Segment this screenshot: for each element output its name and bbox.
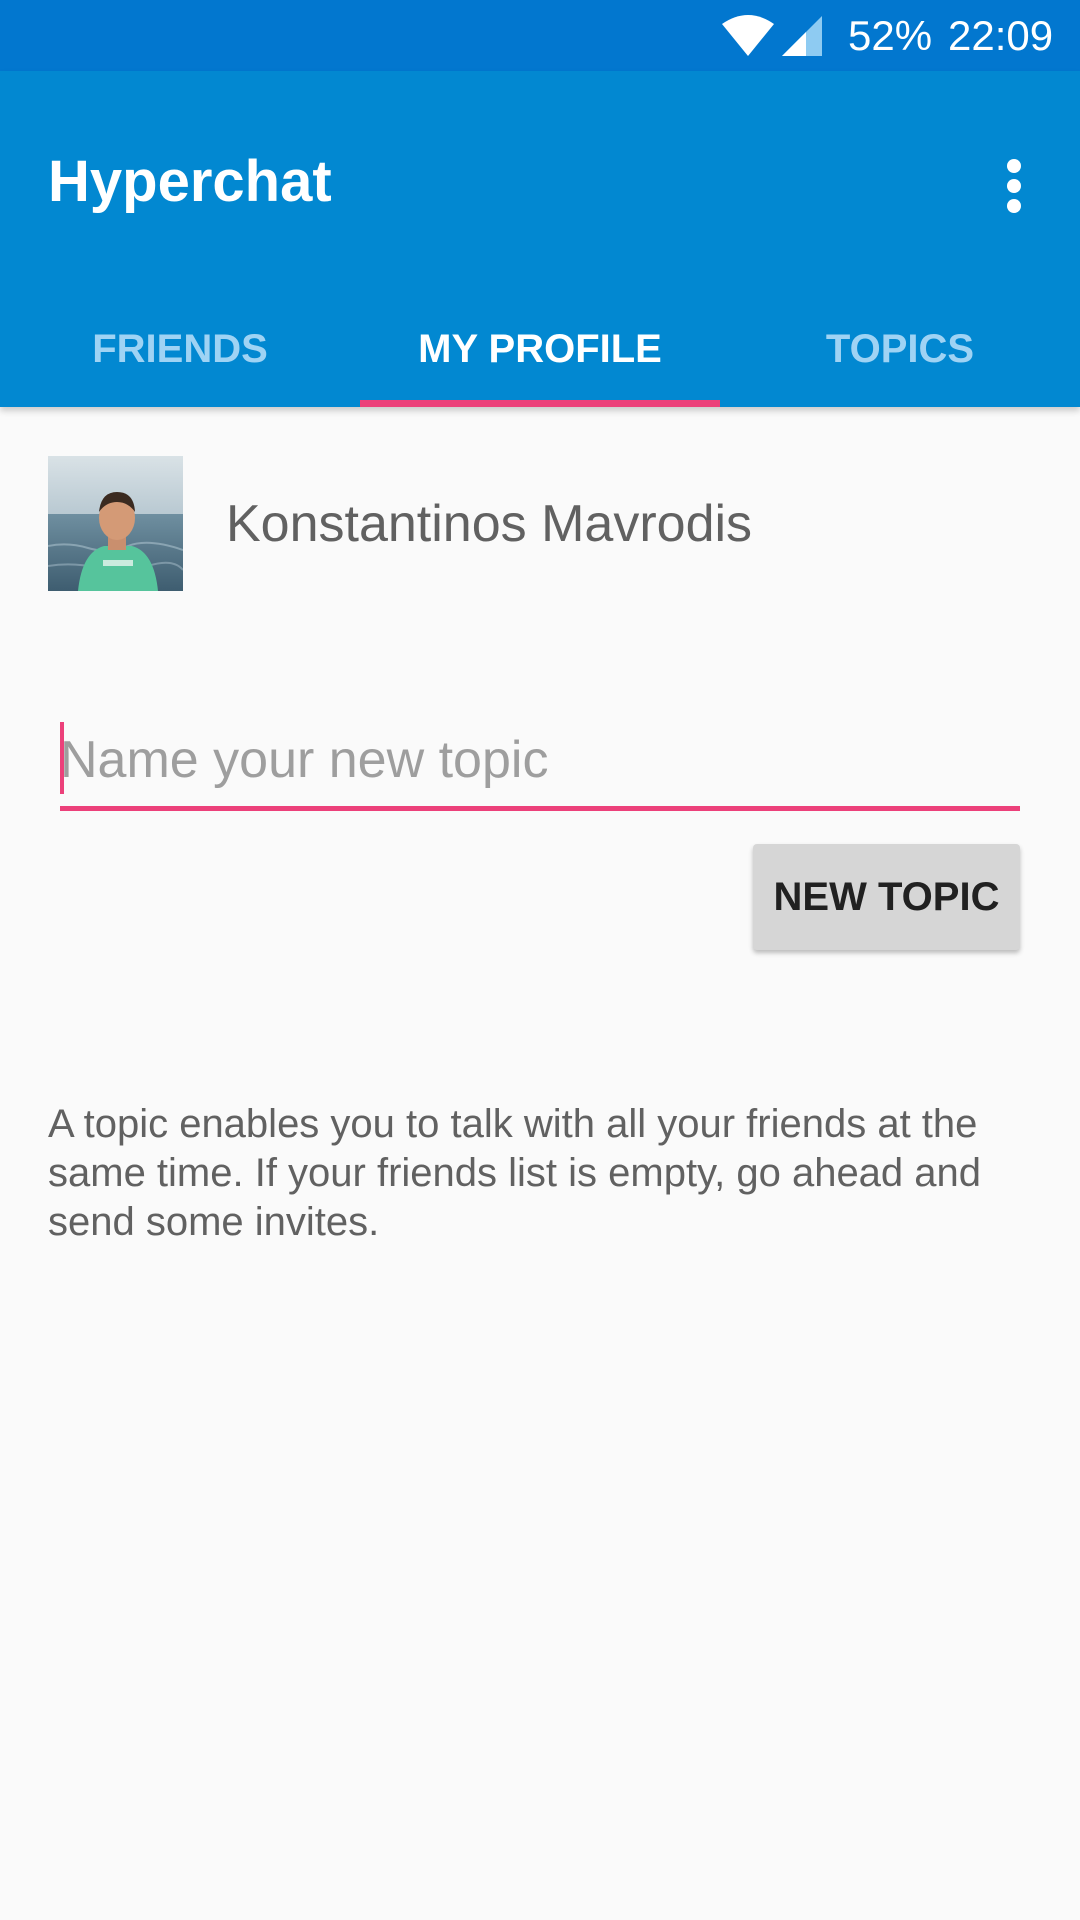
battery-percent: 52% <box>848 12 933 59</box>
text-cursor <box>60 722 64 794</box>
app-title: Hyperchat <box>48 149 332 214</box>
tab-friends[interactable]: FRIENDS <box>0 291 360 407</box>
status-time: 22:09 <box>948 12 1054 59</box>
app-bar: Hyperchat FRIENDS MY PROFILE TOPICS <box>0 71 1080 407</box>
new-topic-button[interactable]: NEW TOPIC <box>753 844 1020 950</box>
avatar-image <box>48 456 183 591</box>
avatar <box>48 456 183 591</box>
signal-icon <box>782 16 822 56</box>
wifi-icon <box>722 15 774 56</box>
more-vert-icon[interactable] <box>990 151 1038 221</box>
tab-bar: FRIENDS MY PROFILE TOPICS <box>0 291 1080 407</box>
tab-topics[interactable]: TOPICS <box>720 291 1080 407</box>
topic-help-text: A topic enables you to talk with all you… <box>48 1102 982 1244</box>
topic-name-input[interactable] <box>60 718 1020 802</box>
topic-name-field[interactable] <box>60 718 1020 811</box>
status-bar: 52% 22:09 <box>0 0 1080 71</box>
profile-name: Konstantinos Mavrodis <box>226 495 753 553</box>
tab-my-profile[interactable]: MY PROFILE <box>360 291 720 407</box>
screen: 52% 22:09 Hyperchat FRIENDS MY PROFILE T… <box>0 0 1080 1920</box>
